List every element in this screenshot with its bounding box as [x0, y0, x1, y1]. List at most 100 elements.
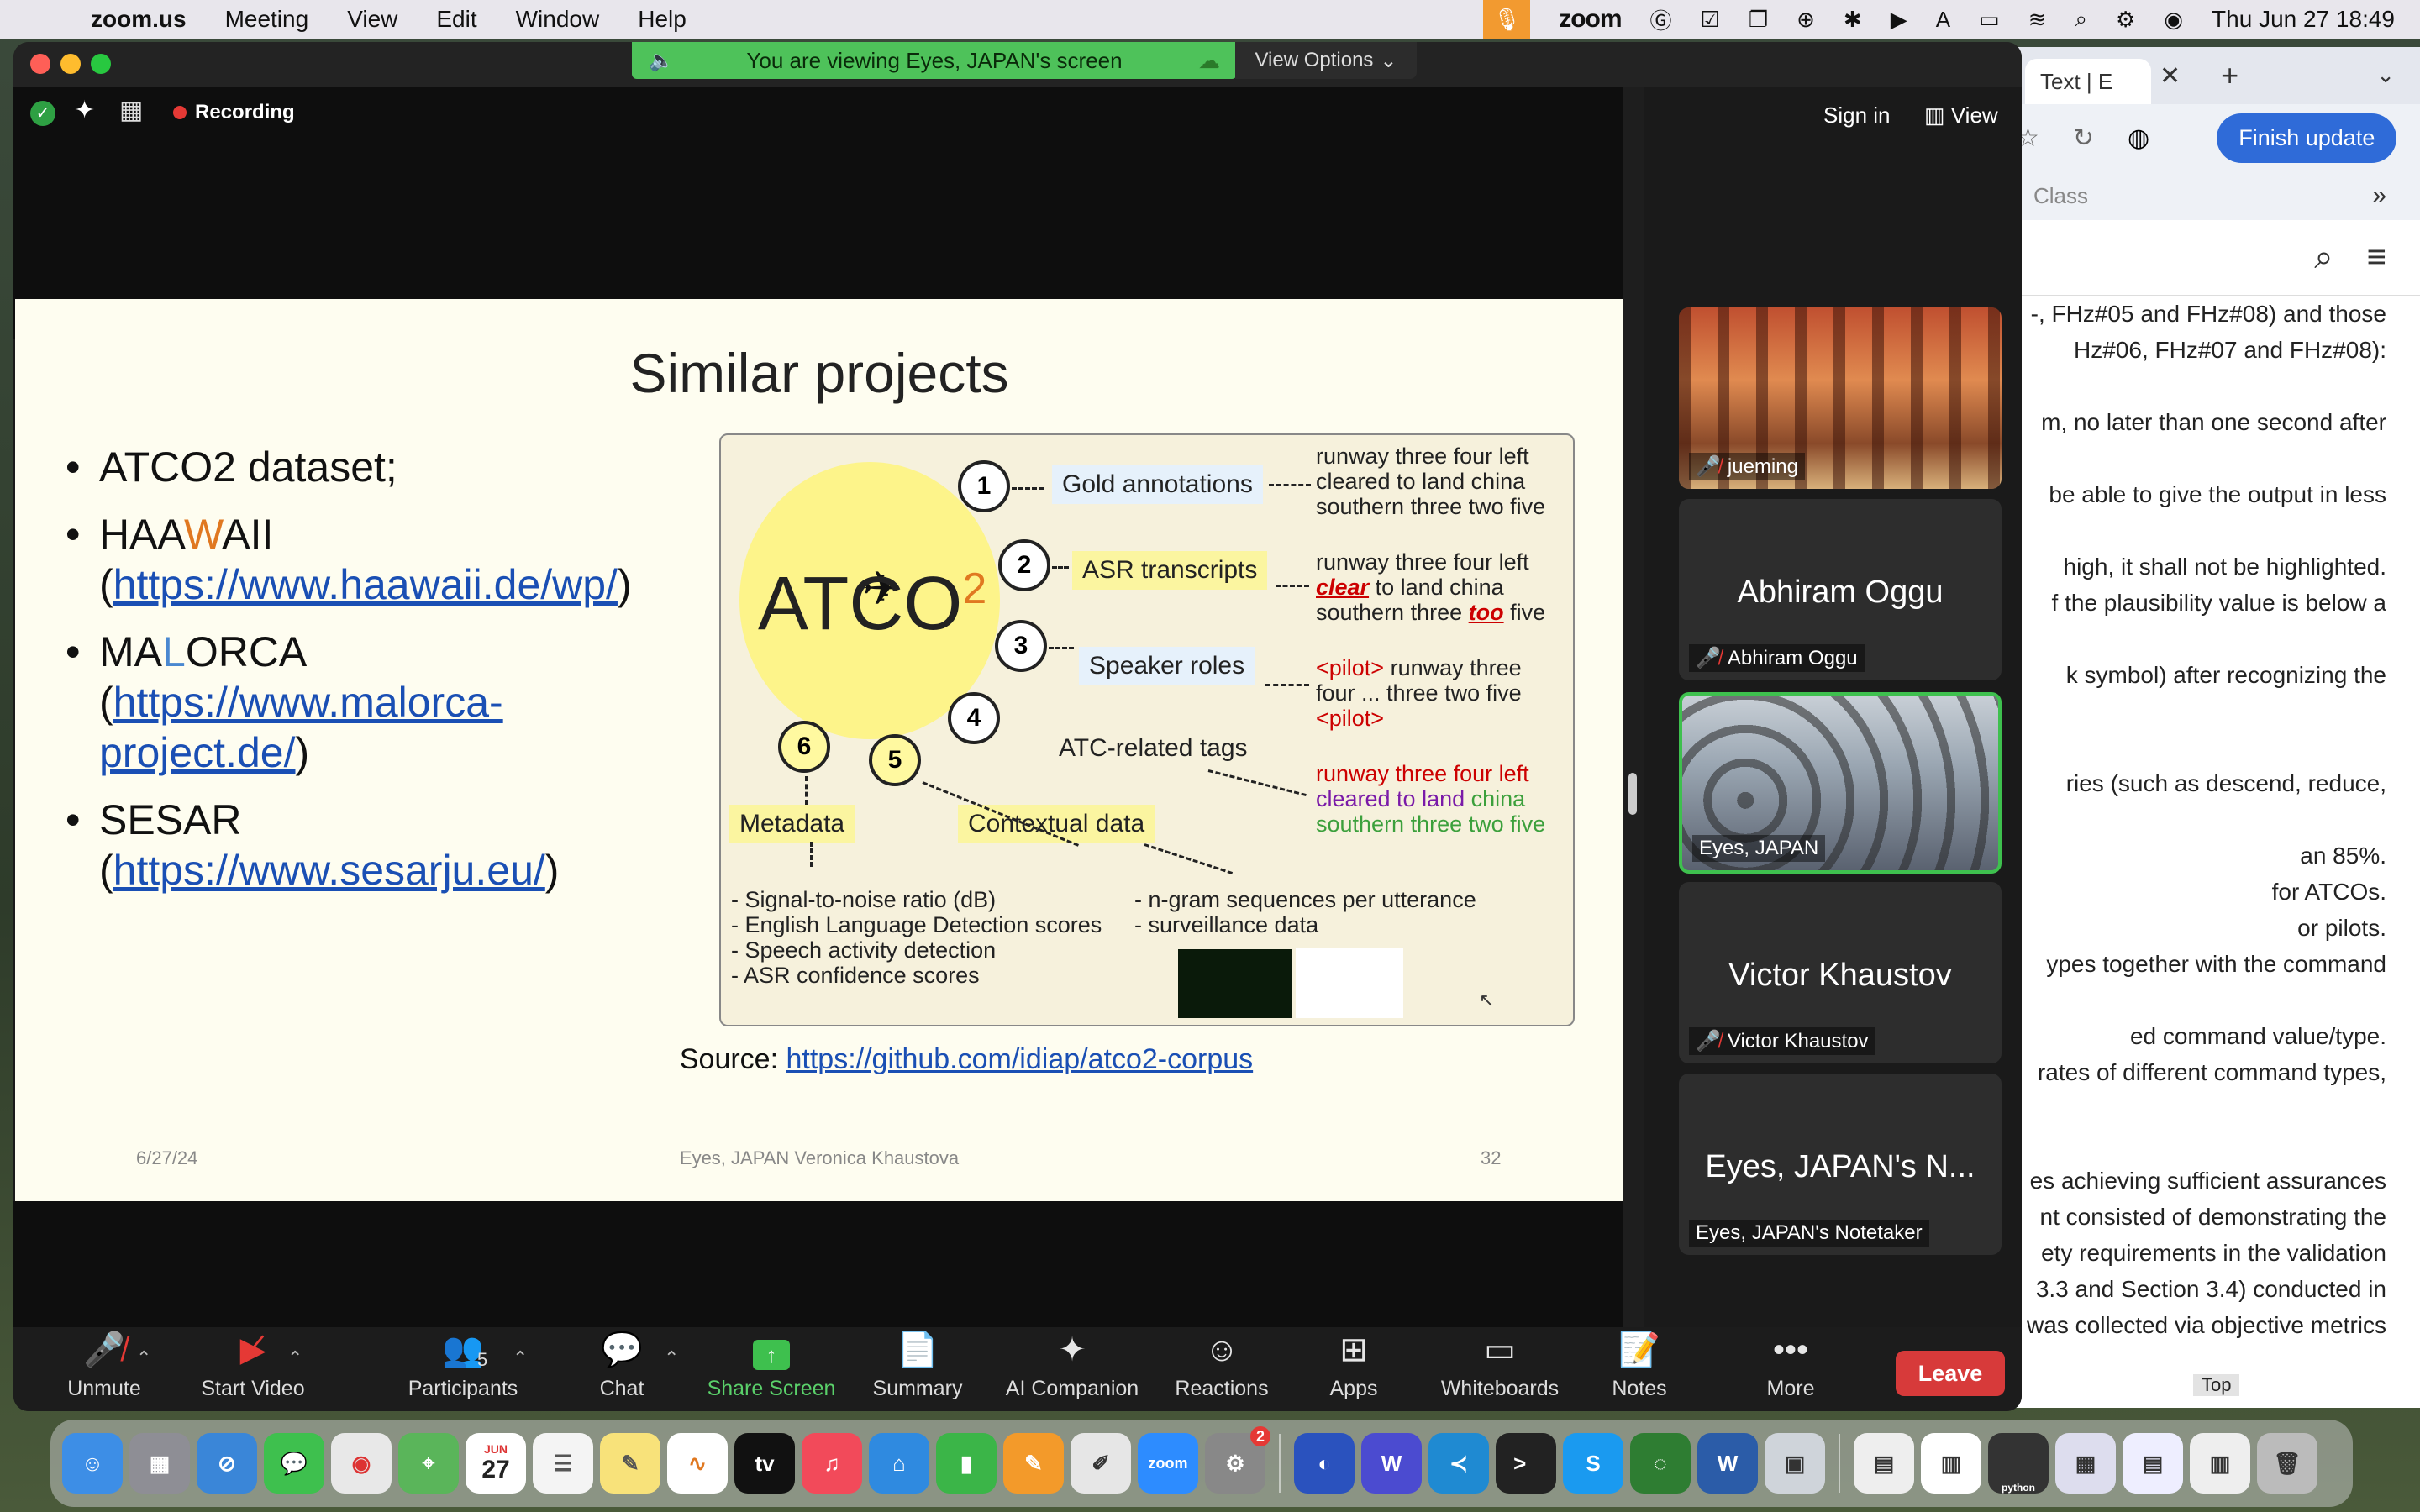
close-window-button[interactable]: [30, 54, 50, 74]
chrome-icon[interactable]: ◉: [331, 1433, 392, 1494]
system-settings-icon[interactable]: ⚙ 2: [1205, 1426, 1270, 1494]
checklist-icon[interactable]: ☑: [1701, 7, 1720, 33]
participant-tile[interactable]: Victor Khaustov 🎤̸ Victor Khaustov: [1679, 882, 2002, 1063]
word-icon[interactable]: W: [1697, 1433, 1758, 1494]
terminal-icon[interactable]: >_: [1496, 1433, 1556, 1494]
reminders-icon[interactable]: ☰: [533, 1433, 593, 1494]
freeform-icon[interactable]: ∿: [667, 1433, 728, 1494]
menu-window[interactable]: Window: [516, 6, 600, 33]
vscode-icon[interactable]: ≺: [1428, 1433, 1489, 1494]
menu-clock[interactable]: Thu Jun 27 18:49: [2212, 6, 2395, 33]
notes-button[interactable]: 📝 Notes: [1593, 1327, 1686, 1411]
sign-in-button[interactable]: Sign in: [1823, 102, 1891, 129]
participants-button[interactable]: 👥 Participants: [383, 1327, 543, 1411]
window-thumbnail[interactable]: ▥: [2190, 1433, 2250, 1494]
reactions-button[interactable]: ☺ Reactions: [1163, 1327, 1281, 1411]
malorca-link-line2[interactable]: project.de/: [99, 729, 295, 776]
view-button[interactable]: ▥ View: [1924, 102, 1998, 129]
participant-tile-active-speaker[interactable]: Eyes, JAPAN: [1679, 692, 2002, 874]
skype-icon[interactable]: S: [1563, 1433, 1623, 1494]
bookmark-class[interactable]: Class: [2033, 183, 2088, 209]
window-thumbnail[interactable]: ▦: [2055, 1433, 2116, 1494]
finder-icon[interactable]: ☺: [62, 1433, 123, 1494]
webex-icon[interactable]: W: [1361, 1433, 1422, 1494]
apps-button[interactable]: ⊞ Apps: [1307, 1327, 1400, 1411]
menu-edit[interactable]: Edit: [436, 6, 476, 33]
notes-app-icon[interactable]: ✎: [600, 1433, 660, 1494]
messages-icon[interactable]: 💬: [264, 1433, 324, 1494]
recording-indicator[interactable]: Recording: [173, 101, 295, 124]
safari-icon[interactable]: ⊘: [197, 1433, 257, 1494]
malorca-link-line1[interactable]: https://www.malorca-: [113, 679, 503, 726]
close-tab-icon[interactable]: ✕: [2160, 61, 2181, 91]
window-thumbnail[interactable]: ▤: [2123, 1433, 2183, 1494]
play-icon[interactable]: ▶: [1891, 7, 1907, 33]
window-manager-icon[interactable]: ❐: [1749, 7, 1768, 33]
python-window-thumbnail[interactable]: python: [1988, 1433, 2049, 1494]
search-icon[interactable]: ⌕: [2075, 6, 2087, 33]
microphone-in-use-icon[interactable]: 🎙: [1483, 0, 1531, 39]
menu-meeting[interactable]: Meeting: [225, 6, 309, 33]
participant-tile[interactable]: Abhiram Oggu 🎤̸ Abhiram Oggu: [1679, 499, 2002, 680]
fullscreen-window-button[interactable]: [91, 54, 111, 74]
divider-grip[interactable]: [1628, 773, 1637, 815]
whiteboards-button[interactable]: ▭ Whiteboards: [1422, 1327, 1578, 1411]
menu-view[interactable]: View: [347, 6, 397, 33]
view-options-button[interactable]: View Options ⌄: [1235, 42, 1417, 79]
preview-icon[interactable]: ▣: [1765, 1433, 1825, 1494]
wifi-icon[interactable]: ≋: [2028, 7, 2047, 33]
leave-button[interactable]: Leave: [1896, 1351, 2005, 1396]
zoom-status-menu[interactable]: zoom: [1559, 5, 1622, 34]
control-center-icon[interactable]: ⚙: [2116, 7, 2135, 33]
apple-tv-icon[interactable]: tv: [734, 1433, 795, 1494]
chat-button[interactable]: 💬 Chat: [571, 1327, 672, 1411]
panel-divider[interactable]: [1623, 87, 1644, 1327]
ai-sparkle-icon[interactable]: ✦: [74, 96, 95, 125]
battery-icon[interactable]: ▭: [1979, 7, 2000, 33]
source-link[interactable]: https://github.com/idiap/atco2-corpus: [786, 1043, 1254, 1075]
browser-tab[interactable]: Text | E: [2025, 59, 2151, 104]
video-options-chevron-icon[interactable]: ⌃: [287, 1347, 302, 1369]
ai-companion-button[interactable]: ✦ AI Companion: [988, 1327, 1156, 1411]
gallery-grid-icon[interactable]: ▦: [119, 96, 143, 125]
keynote-icon[interactable]: ⌂: [869, 1433, 929, 1494]
more-button[interactable]: ••• More: [1744, 1327, 1837, 1411]
siri-icon[interactable]: ◉: [2164, 7, 2183, 33]
haawaii-link[interactable]: https://www.haawaii.de/wp/: [113, 561, 618, 608]
audio-options-chevron-icon[interactable]: ⌃: [136, 1347, 151, 1369]
script-editor-icon[interactable]: ✐: [1071, 1433, 1131, 1494]
participant-tile[interactable]: 🎤̸ jueming: [1679, 307, 2002, 489]
unmute-button[interactable]: 🎤̸ Unmute: [54, 1327, 155, 1411]
activity-ring-icon[interactable]: ◌: [1630, 1433, 1691, 1494]
extension-icon[interactable]: ↻: [2073, 123, 2094, 153]
new-tab-icon[interactable]: +: [2221, 58, 2238, 93]
menu-help[interactable]: Help: [638, 6, 687, 33]
share-screen-button[interactable]: ↑ Share Screen: [696, 1327, 847, 1411]
grammarly-icon[interactable]: Ⓖ: [1650, 4, 1672, 35]
audio-app-icon[interactable]: ◐: [1294, 1433, 1355, 1494]
numbers-icon[interactable]: ▮: [936, 1433, 997, 1494]
maps-icon[interactable]: ⌖: [398, 1433, 459, 1494]
more-bookmarks-icon[interactable]: »: [2372, 181, 2386, 210]
accessibility-icon[interactable]: ⊕: [1797, 7, 1815, 33]
downloads-stack-icon[interactable]: ▤: [1854, 1433, 1914, 1494]
minimize-window-button[interactable]: [60, 54, 81, 74]
calendar-icon[interactable]: JUN 27: [466, 1433, 526, 1494]
summary-button[interactable]: 📄 Summary: [859, 1327, 976, 1411]
participant-tile[interactable]: Eyes, JAPAN's N... Eyes, JAPAN's Notetak…: [1679, 1074, 2002, 1255]
text-input-icon[interactable]: A: [1936, 7, 1950, 33]
bluetooth-icon[interactable]: ✱: [1844, 7, 1862, 33]
document-stack-icon[interactable]: ▥: [1921, 1433, 1981, 1494]
security-shield-icon[interactable]: ✓: [30, 101, 55, 126]
launchpad-icon[interactable]: ▦: [129, 1433, 190, 1494]
profile-avatar[interactable]: ◍: [2128, 123, 2149, 153]
music-icon[interactable]: ♫: [802, 1433, 862, 1494]
start-video-button[interactable]: ▶̸ Start Video: [182, 1327, 324, 1411]
chat-chevron-icon[interactable]: ⌃: [664, 1347, 679, 1369]
zoom-app-icon[interactable]: zoom: [1138, 1433, 1198, 1494]
tab-list-icon[interactable]: ⌄: [2376, 62, 2395, 88]
sesar-link[interactable]: https://www.sesarju.eu/: [113, 847, 545, 894]
trash-icon[interactable]: 🗑: [2257, 1433, 2317, 1494]
site-search-icon[interactable]: ⌕: [2314, 239, 2333, 276]
menu-app-name[interactable]: zoom.us: [91, 6, 187, 33]
